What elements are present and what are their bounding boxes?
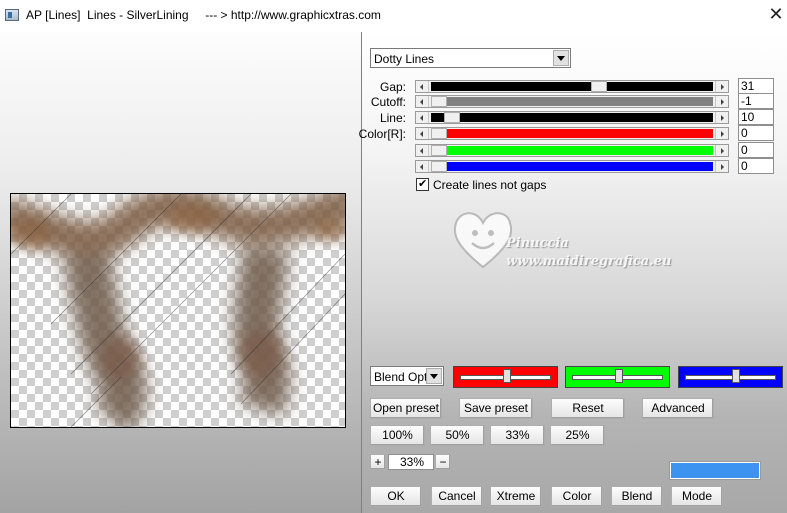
mini-slider-track [685, 375, 776, 380]
arrow-left-icon[interactable] [416, 145, 429, 156]
blend-color-slider[interactable] [678, 366, 783, 388]
slider-thumb[interactable] [431, 161, 447, 172]
slider-thumb[interactable] [444, 112, 460, 123]
advanced-button[interactable]: Advanced [642, 398, 714, 419]
chevron-down-icon[interactable] [553, 50, 569, 66]
preview-graphic [11, 194, 345, 427]
open-preset-button[interactable]: Open preset [370, 398, 442, 419]
mini-slider-thumb[interactable] [503, 369, 511, 383]
xtreme-button[interactable]: Xtreme [490, 486, 542, 507]
window-title: AP [Lines] Lines - SilverLining --- > ht… [26, 8, 381, 22]
zoom-in-button[interactable]: + [370, 454, 386, 470]
arrow-right-icon[interactable] [715, 81, 728, 92]
slider-thumb[interactable] [591, 81, 607, 92]
watermark-name: Pinuccia [506, 236, 569, 251]
slider-fill [431, 146, 713, 155]
mini-slider-thumb[interactable] [615, 369, 623, 383]
slider-value-field[interactable]: 0 [738, 142, 774, 158]
slider-value-field[interactable]: 10 [738, 109, 774, 125]
app-icon [5, 9, 19, 21]
slider-fill [431, 162, 713, 171]
chevron-down-icon[interactable] [426, 368, 442, 384]
zoom-out-button[interactable]: − [435, 454, 451, 470]
slider-track[interactable] [415, 144, 729, 157]
slider-thumb[interactable] [431, 128, 447, 139]
reset-button[interactable]: Reset [551, 398, 625, 419]
create-lines-checkbox[interactable] [416, 177, 429, 191]
arrow-left-icon[interactable] [416, 81, 429, 92]
arrow-right-icon[interactable] [715, 128, 728, 139]
arrow-left-icon[interactable] [416, 128, 429, 139]
arrow-left-icon[interactable] [416, 112, 429, 123]
slider-fill [431, 113, 713, 122]
slider-label: Cutoff: [370, 95, 406, 109]
blend-options-select[interactable]: Blend Optic [370, 366, 444, 386]
mode-button[interactable]: Mode [671, 486, 723, 507]
arrow-right-icon[interactable] [715, 145, 728, 156]
save-preset-button[interactable]: Save preset [459, 398, 533, 419]
slider-value-field[interactable]: 31 [738, 78, 774, 94]
mini-slider-thumb[interactable] [732, 369, 740, 383]
color-swatch[interactable] [669, 461, 761, 480]
arrow-left-icon[interactable] [416, 96, 429, 107]
slider-fill [431, 82, 713, 91]
arrow-right-icon[interactable] [715, 96, 728, 107]
zoom-preset-button[interactable]: 100% [370, 425, 425, 446]
slider-value-field[interactable]: 0 [738, 158, 774, 174]
cancel-button[interactable]: Cancel [431, 486, 483, 507]
color-button[interactable]: Color [551, 486, 603, 507]
slider-thumb[interactable] [431, 145, 447, 156]
create-lines-label: Create lines not gaps [433, 178, 547, 192]
blend-options-value: Blend Optic [374, 370, 428, 384]
preview-image[interactable] [10, 193, 346, 428]
slider-value-field[interactable]: -1 [738, 93, 774, 109]
blend-color-slider[interactable] [453, 366, 558, 388]
slider-label: Gap: [379, 80, 406, 94]
zoom-preset-button[interactable]: 25% [550, 425, 605, 446]
close-icon[interactable]: ✕ [766, 4, 786, 26]
slider-track[interactable] [415, 95, 729, 108]
arrow-right-icon[interactable] [715, 161, 728, 172]
slider-track[interactable] [415, 127, 729, 140]
arrow-left-icon[interactable] [416, 161, 429, 172]
watermark: Pinuccia www.maidiregrafica.eu [448, 200, 678, 290]
slider-track[interactable] [415, 111, 729, 124]
slider-value-field[interactable]: 0 [738, 125, 774, 141]
arrow-right-icon[interactable] [715, 112, 728, 123]
zoom-value-field[interactable]: 33% [388, 454, 434, 470]
zoom-preset-button[interactable]: 33% [490, 425, 545, 446]
blend-color-slider[interactable] [565, 366, 670, 388]
slider-fill [431, 97, 713, 106]
slider-track[interactable] [415, 80, 729, 93]
blend-button[interactable]: Blend [611, 486, 663, 507]
title-bar: AP [Lines] Lines - SilverLining --- > ht… [0, 0, 787, 32]
slider-label: Color[R]: [358, 127, 406, 141]
slider-track[interactable] [415, 160, 729, 173]
slider-label: Line: [379, 111, 406, 125]
zoom-preset-button[interactable]: 50% [430, 425, 485, 446]
preview-pane [0, 32, 361, 513]
effect-select[interactable]: Dotty Lines [370, 48, 571, 68]
slider-thumb[interactable] [431, 96, 447, 107]
slider-fill [431, 129, 713, 138]
effect-select-value: Dotty Lines [374, 52, 435, 66]
watermark-url: www.maidiregrafica.eu [506, 254, 672, 269]
ok-button[interactable]: OK [370, 486, 422, 507]
